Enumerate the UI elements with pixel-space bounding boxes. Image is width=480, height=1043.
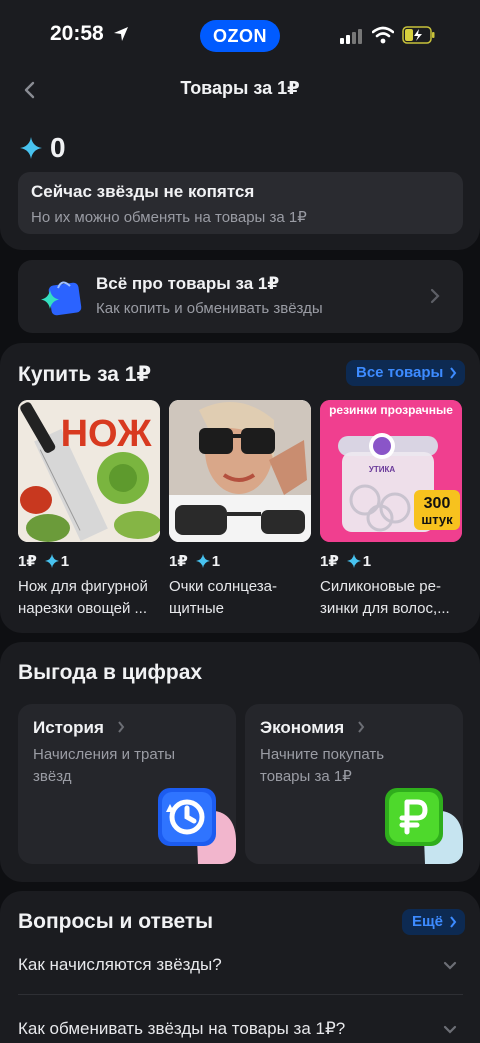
buy-for-1-section: Купить за 1₽ Все товары НОЖ 1₽ 1 Нож для…	[0, 343, 480, 633]
product-image: резинки прозрачные УТИКА 300 штук	[320, 400, 462, 542]
chevron-right-icon	[430, 288, 440, 304]
history-card-description: Начисления и траты звёзд	[33, 746, 176, 785]
knife-product-image: НОЖ	[18, 400, 160, 542]
cellular-signal-icon	[340, 29, 362, 44]
savings-card-title-row: Экономия	[260, 718, 365, 738]
product-price-row: 1₽ 1	[18, 552, 160, 571]
faq-question: Как обменивать звёзды на товары за 1₽?	[18, 1019, 346, 1038]
chevron-down-icon	[443, 1025, 457, 1034]
savings-card[interactable]: Экономия Начните покупать товары за 1₽	[245, 704, 463, 864]
stars-count: 0	[50, 132, 66, 163]
history-card-title: История	[33, 718, 104, 737]
product-card-knife[interactable]: НОЖ 1₽ 1 Нож для фигурной нарезки овощей…	[18, 400, 160, 620]
star-icon	[44, 554, 59, 568]
faq-more-label: Ещё	[412, 913, 444, 930]
badge-unit: штук	[421, 512, 453, 527]
faq-item[interactable]: Как начисляются звёзды?	[18, 939, 463, 995]
page-title: Товары за 1₽	[180, 78, 300, 98]
profit-in-numbers-section: Выгода в цифрах История Начисления и тра…	[0, 642, 480, 882]
product-price-row: 1₽ 1	[320, 552, 462, 571]
sunglasses-product-image	[169, 400, 311, 542]
product-price-row: 1₽ 1	[169, 552, 311, 571]
status-bar: 20:58 OZON	[0, 0, 480, 68]
history-clock-icon	[158, 788, 236, 864]
ozon-logo[interactable]: OZON	[200, 20, 280, 52]
product-stars: 1	[60, 552, 70, 570]
chevron-down-icon	[443, 961, 457, 970]
savings-card-title: Экономия	[260, 718, 345, 737]
faq-question: Как начисляются звёзды?	[18, 955, 222, 974]
faq-more-button[interactable]: Ещё	[402, 909, 466, 935]
product-card-sunglasses[interactable]: 1₽ 1 Очки солнцеза-щитные	[169, 400, 311, 620]
product-name: Нож для фигурной нарезки овощей ...	[18, 578, 148, 617]
faq-section-title: Вопросы и ответы	[18, 910, 214, 933]
about-stars-card[interactable]: Всё про товары за 1₽ Как копить и обмени…	[18, 260, 463, 333]
star-icon	[195, 554, 210, 568]
faq-section: Вопросы и ответы Ещё Как начисляются звё…	[0, 891, 480, 1043]
hair-ties-product-image: резинки прозрачные УТИКА 300 штук	[320, 400, 462, 542]
all-products-label: Все товары	[356, 364, 444, 381]
notice-title: Сейчас звёзды не копятся	[31, 182, 255, 201]
about-stars-title: Всё про товары за 1₽	[96, 274, 280, 293]
about-stars-subtitle: Как копить и обменивать звёзды	[96, 300, 323, 317]
history-card[interactable]: История Начисления и траты звёзд	[18, 704, 236, 864]
product-image: НОЖ	[18, 400, 160, 542]
savings-card-description: Начните покупать товары за 1₽	[260, 746, 385, 785]
profit-section-title: Выгода в цифрах	[18, 661, 203, 684]
chevron-right-icon	[450, 916, 457, 928]
history-card-title-row: История	[33, 718, 125, 738]
product-price: 1₽	[169, 553, 188, 570]
product-name: Очки солнцеза-щитные	[169, 578, 277, 617]
notice-subtitle: Но их можно обменять на товары за 1₽	[31, 209, 307, 226]
stars-balance: 0	[20, 132, 66, 164]
star-icon	[346, 554, 361, 568]
hair-ties-image-title: резинки прозрачные	[329, 403, 453, 417]
chevron-right-icon	[117, 721, 124, 733]
product-name: Силиконовые ре-зинки для волос,...	[320, 578, 450, 617]
location-arrow-icon	[114, 27, 128, 41]
all-products-button[interactable]: Все товары	[346, 360, 466, 386]
star-icon	[20, 137, 42, 159]
wifi-icon	[372, 26, 394, 44]
jar-label: УТИКА	[369, 465, 395, 474]
shopping-bag-star-icon	[41, 281, 82, 316]
chevron-right-icon	[450, 367, 457, 379]
product-image	[169, 400, 311, 542]
product-stars: 1	[362, 552, 372, 570]
badge-number: 300	[424, 495, 451, 512]
product-price: 1₽	[18, 553, 37, 570]
faq-item[interactable]: Как обменивать звёзды на товары за 1₽?	[18, 1003, 463, 1043]
product-card-hair-ties[interactable]: резинки прозрачные УТИКА 300 штук 1₽ 1 С…	[320, 400, 462, 620]
stars-notice: Сейчас звёзды не копятся Но их можно обм…	[18, 172, 463, 234]
stars-header-card: Товары за 1₽ 0 Сейчас звёзды не копятся …	[0, 68, 480, 250]
buy-section-title: Купить за 1₽	[18, 363, 152, 386]
knife-image-title: НОЖ	[61, 413, 152, 455]
battery-charging-icon	[402, 26, 435, 44]
product-stars: 1	[211, 552, 221, 570]
status-time: 20:58	[50, 22, 104, 45]
product-price: 1₽	[320, 553, 339, 570]
ruble-icon	[385, 788, 463, 864]
chevron-right-icon	[358, 721, 365, 733]
